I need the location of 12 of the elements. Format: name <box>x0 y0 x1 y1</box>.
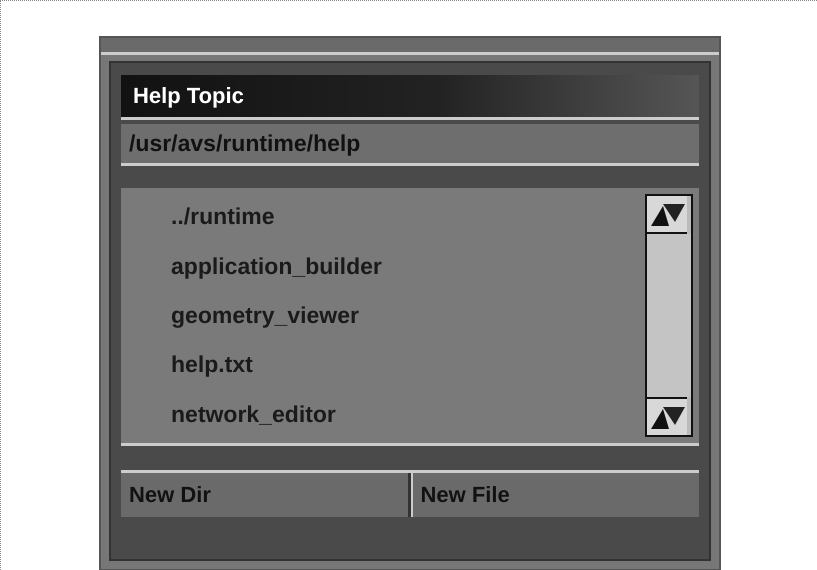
action-button[interactable]: New Dir <box>121 473 410 517</box>
scrollbar[interactable] <box>645 194 693 437</box>
file-list-item[interactable]: application_builder <box>171 252 382 280</box>
file-list-item[interactable]: ../runtime <box>171 203 275 230</box>
window-title: Help Topic <box>133 83 244 109</box>
path-field[interactable]: /usr/avs/runtime/help <box>121 124 699 166</box>
file-list-item[interactable]: network_editor <box>171 400 336 428</box>
action-button[interactable]: New File <box>410 473 699 517</box>
scroll-arrows-icon[interactable] <box>647 196 687 234</box>
scroll-arrows-icon[interactable] <box>647 397 687 435</box>
file-list-item[interactable]: geometry_viewer <box>171 302 359 329</box>
file-list-item[interactable]: help.txt <box>171 351 253 378</box>
